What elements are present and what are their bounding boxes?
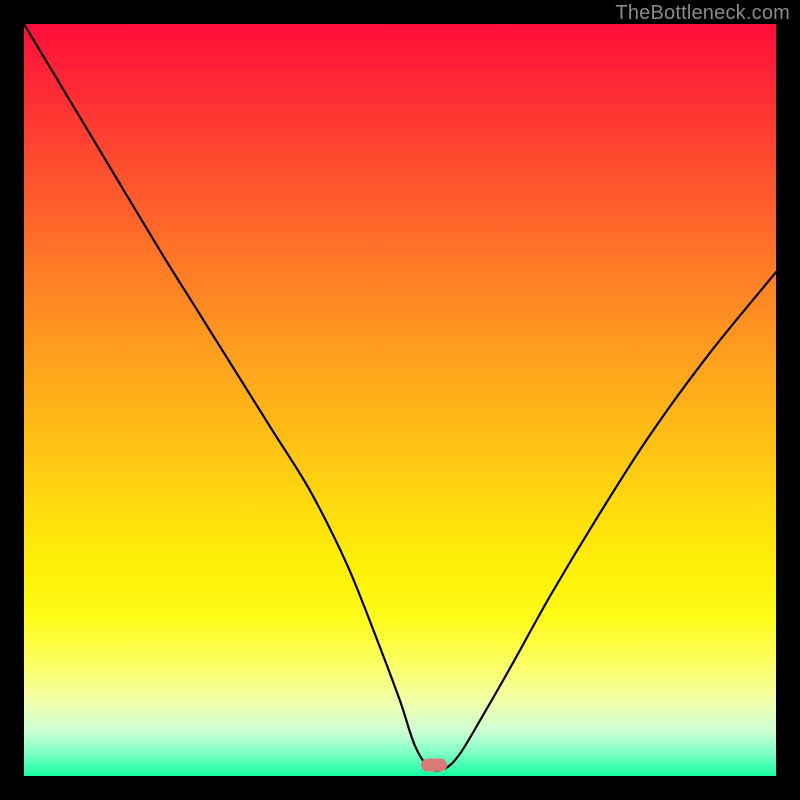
optimal-marker bbox=[421, 758, 447, 771]
plot-area bbox=[24, 24, 776, 776]
curve-layer bbox=[24, 24, 776, 776]
bottleneck-curve bbox=[24, 24, 776, 771]
watermark-text: TheBottleneck.com bbox=[615, 2, 790, 25]
chart-frame: TheBottleneck.com bbox=[0, 0, 800, 800]
